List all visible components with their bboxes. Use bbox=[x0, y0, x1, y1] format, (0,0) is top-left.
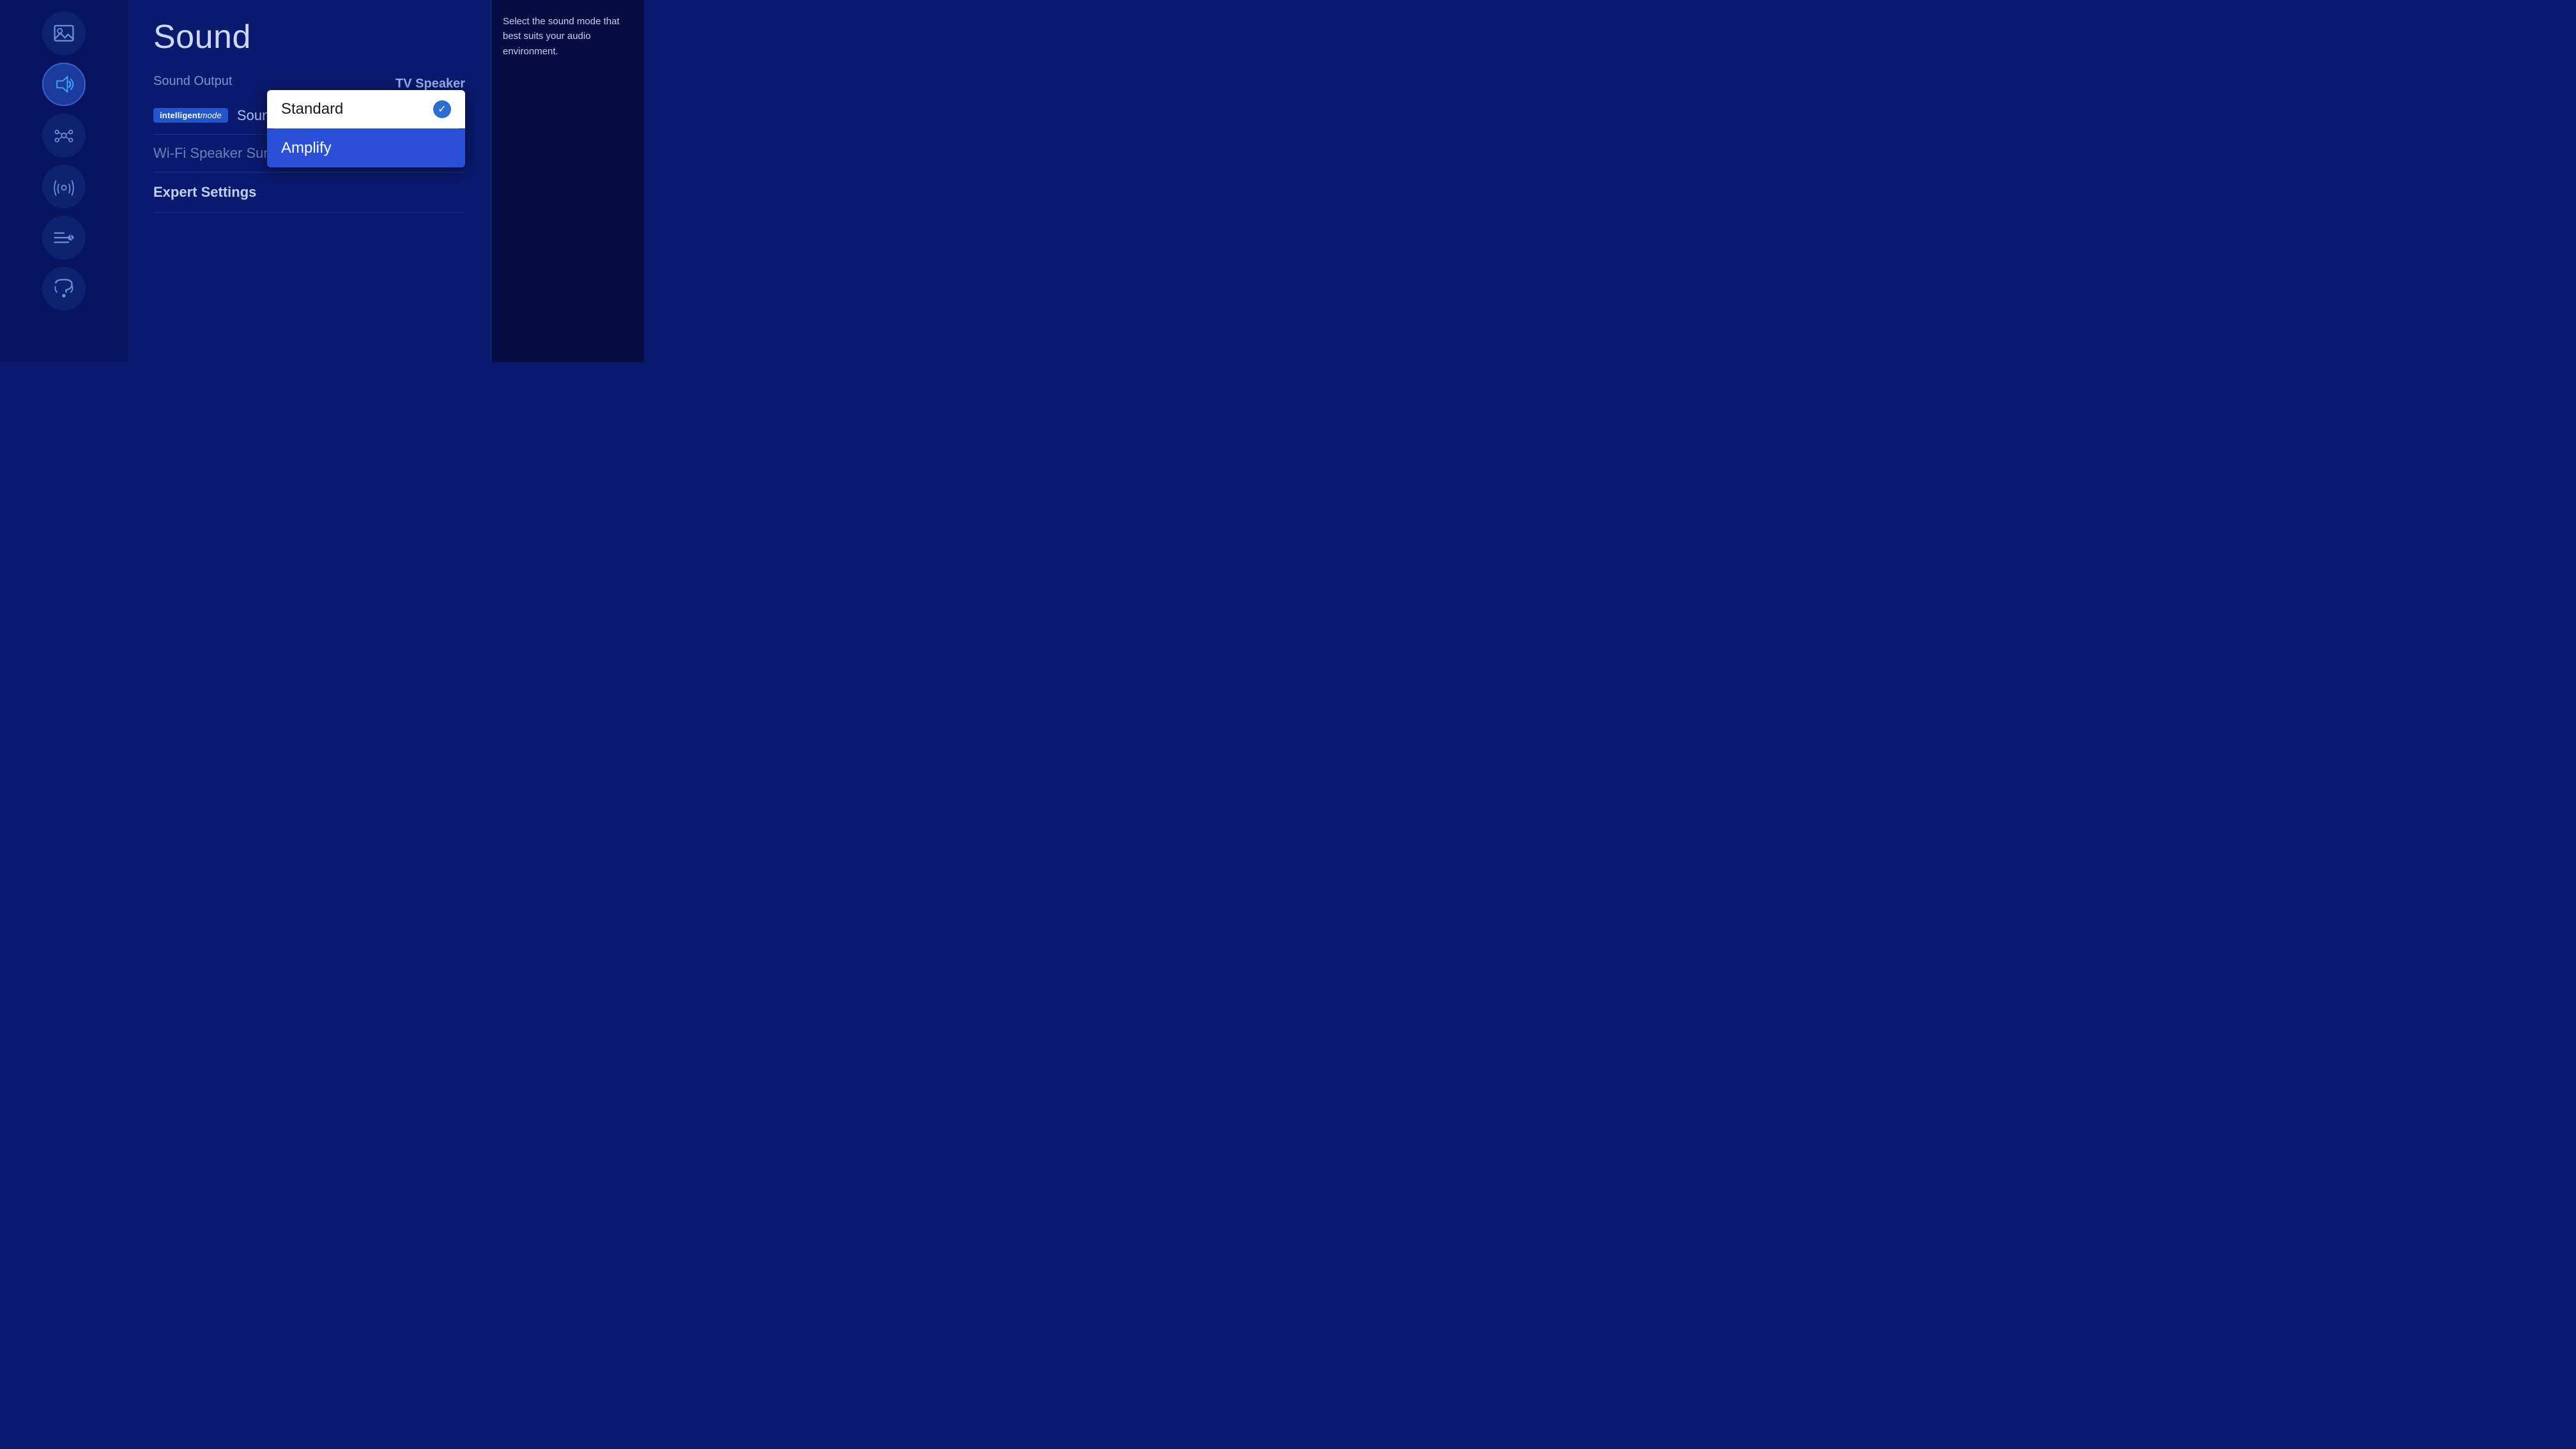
sidebar-item-network[interactable] bbox=[42, 114, 86, 157]
sound-mode-row[interactable]: intelligentmode Sound Mode Standard ✓ Am… bbox=[153, 96, 465, 135]
expert-settings-label: Expert Settings bbox=[153, 184, 256, 200]
expert-settings-row[interactable]: Expert Settings bbox=[153, 172, 465, 213]
broadcast-icon bbox=[52, 175, 75, 198]
sound-icon bbox=[52, 73, 75, 96]
page-title: Sound bbox=[153, 18, 465, 56]
sound-output-section: Sound Output TV Speaker intelligentmode … bbox=[153, 74, 465, 172]
intelligent-mode-badge: intelligentmode bbox=[153, 108, 228, 123]
picture-icon bbox=[52, 22, 75, 45]
dropdown-option-standard-label: Standard bbox=[281, 100, 343, 118]
sidebar bbox=[0, 0, 128, 362]
sound-mode-dropdown[interactable]: Standard ✓ Amplify bbox=[267, 90, 465, 167]
sidebar-item-picture[interactable] bbox=[42, 12, 86, 55]
right-panel: Select the sound mode that best suits yo… bbox=[491, 0, 644, 362]
accessibility-icon bbox=[52, 226, 75, 249]
sidebar-item-sound[interactable] bbox=[42, 63, 86, 106]
support-icon bbox=[52, 277, 75, 300]
sound-output-label: Sound Output bbox=[153, 74, 232, 89]
sidebar-item-broadcast[interactable] bbox=[42, 165, 86, 208]
dropdown-option-amplify-label: Amplify bbox=[281, 139, 332, 157]
network-icon bbox=[52, 124, 75, 147]
dropdown-option-standard[interactable]: Standard ✓ bbox=[267, 90, 465, 128]
tv-speaker-label: TV Speaker bbox=[395, 77, 465, 91]
check-icon: ✓ bbox=[433, 100, 451, 118]
sidebar-item-accessibility[interactable] bbox=[42, 216, 86, 259]
help-text: Select the sound mode that best suits yo… bbox=[503, 14, 632, 59]
sidebar-item-support[interactable] bbox=[42, 267, 86, 310]
main-content: Sound Sound Output TV Speaker intelligen… bbox=[128, 0, 491, 362]
dropdown-option-amplify[interactable]: Amplify bbox=[267, 129, 465, 167]
